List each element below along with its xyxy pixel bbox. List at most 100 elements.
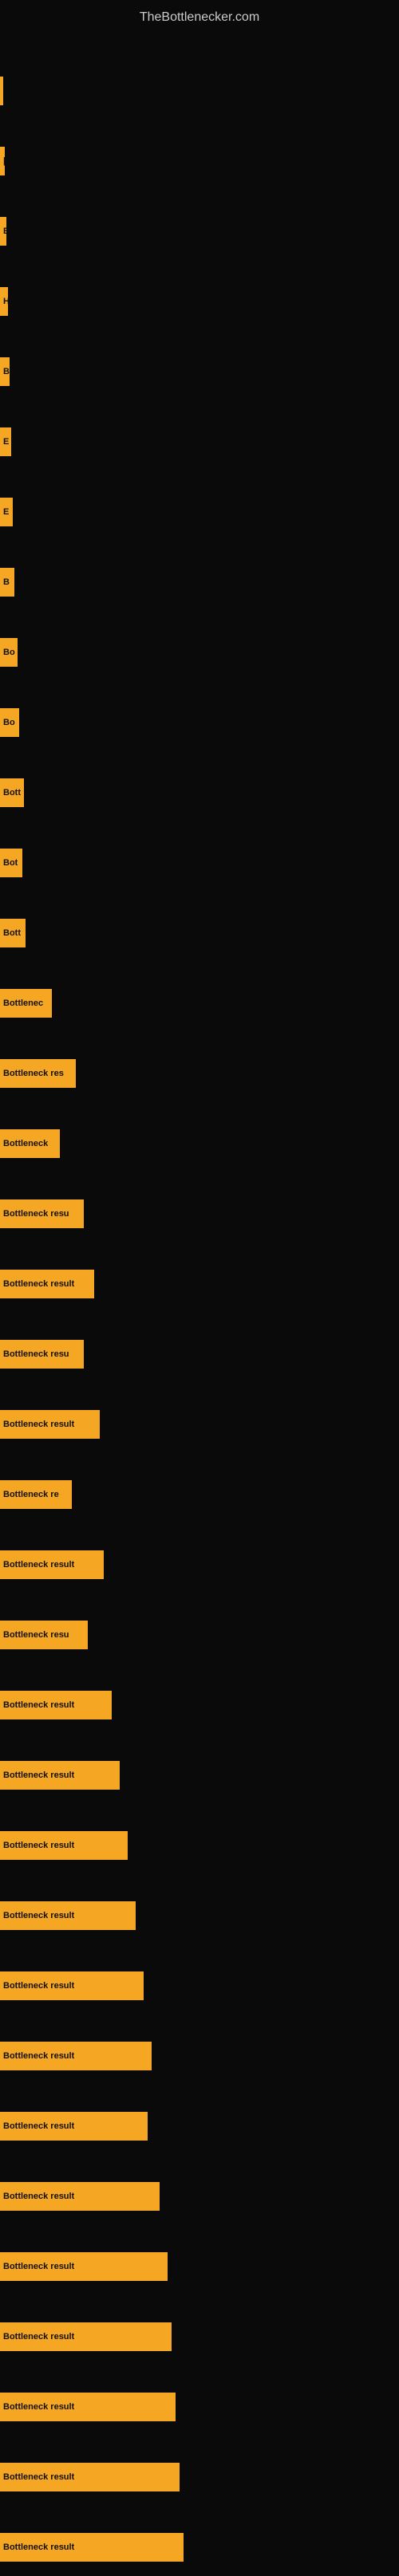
bar: Bottleneck result <box>0 1971 144 2000</box>
bar: B <box>0 357 10 386</box>
bar-item: Bottleneck resu <box>0 1179 399 1243</box>
bar: Bottleneck result <box>0 1901 136 1930</box>
bar-item: Bottleneck result <box>0 2021 399 2085</box>
bar-item: | <box>0 126 399 190</box>
bar-item: B <box>0 547 399 611</box>
bar-item: Bo <box>0 687 399 751</box>
bar-item: Bottleneck <box>0 1109 399 1172</box>
bar-item: Bottleneck result <box>0 1951 399 2015</box>
bar: Bott <box>0 778 24 807</box>
bar-label: Bottleneck result <box>3 2472 74 2482</box>
bar-item: Bottleneck res <box>0 1038 399 1102</box>
bar-item: Bottleneck result <box>0 2302 399 2365</box>
bar: Bottleneck result <box>0 1270 94 1298</box>
bar-label: Bottleneck result <box>3 1981 74 1991</box>
bar-label: Bottleneck <box>3 1139 48 1148</box>
bar-item: Bot <box>0 828 399 892</box>
bar-label: Bottlenec <box>3 998 43 1008</box>
bar: Bott <box>0 919 26 947</box>
bar: Bottleneck result <box>0 2322 172 2351</box>
bar-label: E <box>3 507 9 517</box>
bar-label: Bottleneck result <box>3 2402 74 2412</box>
bar: Bottleneck resu <box>0 1621 88 1649</box>
bar-label: Bottleneck resu <box>3 1209 69 1219</box>
bar-item: E <box>0 477 399 541</box>
bar: Bo <box>0 708 19 737</box>
bar-label: | <box>3 156 5 166</box>
bar-item: Bottleneck resu <box>0 1319 399 1383</box>
bar-item: Bottleneck result <box>0 2161 399 2225</box>
bar-label: Bottleneck result <box>3 1700 74 1710</box>
bar: Bottleneck result <box>0 1831 128 1860</box>
bar: Bot <box>0 849 22 877</box>
bar-label: Bottleneck result <box>3 1841 74 1850</box>
bar: Bo <box>0 638 18 667</box>
bar: Bottleneck result <box>0 2533 184 2562</box>
bar-item: Bottleneck result <box>0 1249 399 1313</box>
bar-item: Bottleneck result <box>0 2091 399 2155</box>
bar-label: E <box>3 437 9 447</box>
bar-item: Bottleneck result <box>0 1810 399 1874</box>
bar-label: B <box>3 367 10 376</box>
bar: B <box>0 568 14 597</box>
bar: Bottleneck result <box>0 2042 152 2070</box>
bar-item: E <box>0 407 399 471</box>
bar: E <box>0 217 6 246</box>
bar: Bottleneck result <box>0 1691 112 1719</box>
bar-item: Bottleneck result <box>0 2512 399 2576</box>
bar-label: H <box>3 297 8 306</box>
bar-item: Bottleneck result <box>0 1881 399 1944</box>
bar: Bottleneck result <box>0 2393 176 2421</box>
bar-item: Bottleneck result <box>0 1389 399 1453</box>
bar: Bottleneck result <box>0 2463 180 2491</box>
bar: Bottleneck result <box>0 2182 160 2211</box>
bar-label: B <box>3 577 10 587</box>
bar-item: E <box>0 196 399 260</box>
bar-item: Bottleneck re <box>0 1459 399 1523</box>
bar: Bottlenec <box>0 989 52 1018</box>
bar-item: Bottleneck result <box>0 2442 399 2506</box>
bar: E <box>0 498 13 526</box>
bar-label: Bott <box>3 928 21 938</box>
bar: Bottleneck re <box>0 1480 72 1509</box>
bar-item: Bottleneck result <box>0 2231 399 2295</box>
bar: Bottleneck result <box>0 2112 148 2141</box>
bar-label: Bottleneck resu <box>3 1630 69 1640</box>
bar-label: Bottleneck res <box>3 1069 64 1078</box>
bar-label: Bo <box>3 718 15 727</box>
bar-item: H <box>0 266 399 330</box>
bar-item: Bott <box>0 758 399 821</box>
bar-label: Bottleneck re <box>3 1490 59 1499</box>
bar: Bottleneck resu <box>0 1340 84 1369</box>
bar-item: Bottlenec <box>0 968 399 1032</box>
bar-label: Bottleneck result <box>3 2332 74 2342</box>
bar-label: Bottleneck result <box>3 1911 74 1920</box>
bar-label: Bottleneck result <box>3 2051 74 2061</box>
bar-item: Bott <box>0 898 399 962</box>
bar: Bottleneck res <box>0 1059 76 1088</box>
bar-label: Bottleneck result <box>3 1279 74 1289</box>
bar: Bottleneck result <box>0 1550 104 1579</box>
bar-label: Bottleneck result <box>3 2262 74 2271</box>
bar-item: Bottleneck resu <box>0 1600 399 1664</box>
bar-label: Bottleneck result <box>3 1560 74 1570</box>
bar: Bottleneck result <box>0 1410 100 1439</box>
bar: | <box>0 77 3 105</box>
bar-item: Bottleneck result <box>0 1670 399 1734</box>
bar: H <box>0 287 8 316</box>
bar-item: Bottleneck result <box>0 1530 399 1593</box>
bar-label: Bot <box>3 858 18 868</box>
bar: | <box>0 147 5 175</box>
bar-item: Bottleneck result <box>0 1740 399 1804</box>
bar-item: B <box>0 337 399 400</box>
bar: E <box>0 427 11 456</box>
bar-label: Bottleneck result <box>3 1420 74 1429</box>
bar-label: Bott <box>3 788 21 798</box>
bar: Bottleneck result <box>0 2252 168 2281</box>
bar: Bottleneck resu <box>0 1199 84 1228</box>
bar: Bottleneck result <box>0 1761 120 1790</box>
bar-label: Bottleneck result <box>3 2543 74 2552</box>
bar-label: Bottleneck result <box>3 1771 74 1780</box>
bar-label: Bo <box>3 648 15 657</box>
bar-label: Bottleneck result <box>3 2121 74 2131</box>
